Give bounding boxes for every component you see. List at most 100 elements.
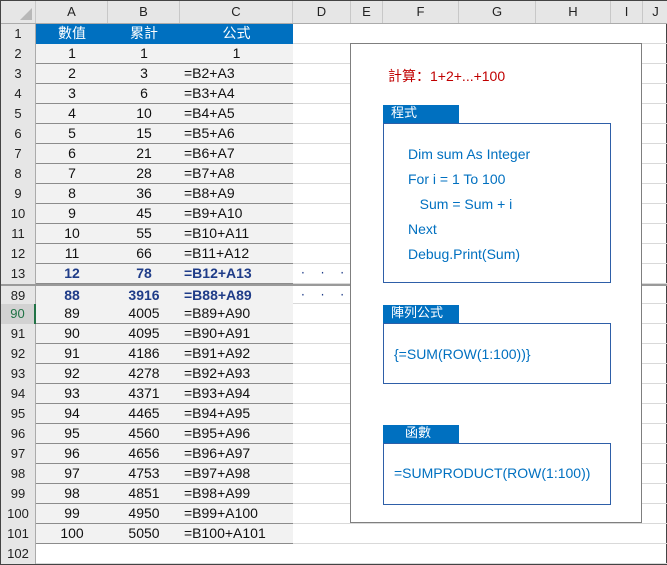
row-header[interactable]: 100 bbox=[1, 504, 36, 524]
cell-value[interactable]: 98 bbox=[36, 484, 108, 503]
cell-value[interactable]: 100 bbox=[36, 524, 108, 543]
cell-value[interactable]: 92 bbox=[36, 364, 108, 383]
row-header[interactable]: 89 bbox=[1, 286, 36, 306]
cell-formula[interactable]: =B91+A92 bbox=[180, 344, 293, 363]
cell-cumulative[interactable]: 4950 bbox=[108, 504, 180, 523]
cell-formula[interactable]: =B4+A5 bbox=[180, 104, 293, 123]
row-header[interactable]: 8 bbox=[1, 164, 36, 184]
cell-cumulative[interactable]: 4371 bbox=[108, 384, 180, 403]
row-header[interactable]: 92 bbox=[1, 344, 36, 364]
cell-value[interactable]: 3 bbox=[36, 84, 108, 103]
cell-value[interactable]: 1 bbox=[36, 44, 108, 63]
cell-value[interactable]: 4 bbox=[36, 104, 108, 123]
column-header-i[interactable]: I bbox=[611, 1, 643, 23]
cell-cumulative[interactable]: 15 bbox=[108, 124, 180, 143]
cell-cumulative[interactable]: 1 bbox=[108, 44, 180, 63]
cell-value[interactable]: 5 bbox=[36, 124, 108, 143]
cell-formula[interactable]: =B88+A89 bbox=[180, 286, 293, 305]
cell-cumulative[interactable]: 55 bbox=[108, 224, 180, 243]
cell-value[interactable]: 97 bbox=[36, 464, 108, 483]
row-header[interactable]: 96 bbox=[1, 424, 36, 444]
cell-formula[interactable]: =B8+A9 bbox=[180, 184, 293, 203]
row-header[interactable]: 97 bbox=[1, 444, 36, 464]
cell-cumulative[interactable]: 3 bbox=[108, 64, 180, 83]
cell-cumulative[interactable]: 4186 bbox=[108, 344, 180, 363]
row-header[interactable]: 95 bbox=[1, 404, 36, 424]
cell-value[interactable]: 6 bbox=[36, 144, 108, 163]
cell-formula[interactable]: =B3+A4 bbox=[180, 84, 293, 103]
column-header-d[interactable]: D bbox=[293, 1, 351, 23]
cell-cumulative[interactable]: 4278 bbox=[108, 364, 180, 383]
cell-formula[interactable]: =B10+A11 bbox=[180, 224, 293, 243]
cell-value[interactable]: 95 bbox=[36, 424, 108, 443]
cell-formula[interactable]: =B9+A10 bbox=[180, 204, 293, 223]
column-header-e[interactable]: E bbox=[351, 1, 383, 23]
cell-formula[interactable]: =B97+A98 bbox=[180, 464, 293, 483]
column-header-a[interactable]: A bbox=[36, 1, 108, 23]
cell-value[interactable]: 94 bbox=[36, 404, 108, 423]
cell-value[interactable]: 11 bbox=[36, 244, 108, 263]
row-header[interactable]: 99 bbox=[1, 484, 36, 504]
cell-value[interactable]: 7 bbox=[36, 164, 108, 183]
header-cell-formula[interactable]: 公式 bbox=[180, 24, 293, 43]
cell-cumulative[interactable]: 4656 bbox=[108, 444, 180, 463]
cell-value[interactable]: 12 bbox=[36, 264, 108, 283]
row-header[interactable]: 10 bbox=[1, 204, 36, 224]
cell-cumulative[interactable]: 5050 bbox=[108, 524, 180, 543]
cell-formula[interactable]: =B11+A12 bbox=[180, 244, 293, 263]
row-header[interactable]: 93 bbox=[1, 364, 36, 384]
cell-value[interactable]: 2 bbox=[36, 64, 108, 83]
row-header[interactable]: 11 bbox=[1, 224, 36, 244]
row-header[interactable]: 2 bbox=[1, 44, 36, 64]
header-cell-value[interactable]: 數值 bbox=[36, 24, 108, 43]
cell-formula[interactable]: =B94+A95 bbox=[180, 404, 293, 423]
cell-formula[interactable]: =B7+A8 bbox=[180, 164, 293, 183]
row-header[interactable]: 13 bbox=[1, 264, 36, 284]
cell-formula[interactable]: =B93+A94 bbox=[180, 384, 293, 403]
column-header-c[interactable]: C bbox=[180, 1, 293, 23]
cell-formula[interactable]: 1 bbox=[180, 44, 293, 63]
select-all-corner[interactable] bbox=[1, 1, 36, 23]
cell-formula[interactable]: =B12+A13 bbox=[180, 264, 293, 283]
row-header[interactable]: 6 bbox=[1, 124, 36, 144]
column-header-b[interactable]: B bbox=[108, 1, 180, 23]
column-header-g[interactable]: G bbox=[459, 1, 536, 23]
cell-cumulative[interactable]: 4851 bbox=[108, 484, 180, 503]
cell-cumulative[interactable]: 4465 bbox=[108, 404, 180, 423]
row-header[interactable]: 12 bbox=[1, 244, 36, 264]
cell-formula[interactable]: =B2+A3 bbox=[180, 64, 293, 83]
cell-cumulative[interactable]: 10 bbox=[108, 104, 180, 123]
cell-cumulative[interactable]: 6 bbox=[108, 84, 180, 103]
cell-cumulative[interactable]: 28 bbox=[108, 164, 180, 183]
cell-value[interactable]: 91 bbox=[36, 344, 108, 363]
row-header[interactable]: 90 bbox=[1, 304, 36, 324]
cell-cumulative[interactable]: 3916 bbox=[108, 286, 180, 305]
cell-value[interactable]: 93 bbox=[36, 384, 108, 403]
cell-cumulative[interactable]: 21 bbox=[108, 144, 180, 163]
row-header[interactable]: 5 bbox=[1, 104, 36, 124]
cell-formula[interactable]: =B96+A97 bbox=[180, 444, 293, 463]
cell-formula[interactable]: =B5+A6 bbox=[180, 124, 293, 143]
cell-formula[interactable]: =B100+A101 bbox=[180, 524, 293, 543]
cell-cumulative[interactable]: 78 bbox=[108, 264, 180, 283]
cell-value[interactable]: 88 bbox=[36, 286, 108, 305]
cell-cumulative[interactable]: 36 bbox=[108, 184, 180, 203]
cell-value[interactable]: 99 bbox=[36, 504, 108, 523]
cell-formula[interactable]: =B92+A93 bbox=[180, 364, 293, 383]
header-cell-cumulative[interactable]: 累計 bbox=[108, 24, 180, 43]
cell-cumulative[interactable]: 45 bbox=[108, 204, 180, 223]
column-header-h[interactable]: H bbox=[536, 1, 611, 23]
row-header[interactable]: 102 bbox=[1, 544, 36, 564]
cell-value[interactable]: 96 bbox=[36, 444, 108, 463]
cell-cumulative[interactable]: 66 bbox=[108, 244, 180, 263]
cell-cumulative[interactable]: 4095 bbox=[108, 324, 180, 343]
cell-formula[interactable]: =B95+A96 bbox=[180, 424, 293, 443]
row-header[interactable]: 98 bbox=[1, 464, 36, 484]
cell-value[interactable]: 10 bbox=[36, 224, 108, 243]
cell-cumulative[interactable]: 4753 bbox=[108, 464, 180, 483]
cell-value[interactable]: 9 bbox=[36, 204, 108, 223]
cell-value[interactable]: 90 bbox=[36, 324, 108, 343]
cell-cumulative[interactable]: 4005 bbox=[108, 304, 180, 323]
row-header[interactable]: 9 bbox=[1, 184, 36, 204]
cell-formula[interactable]: =B90+A91 bbox=[180, 324, 293, 343]
